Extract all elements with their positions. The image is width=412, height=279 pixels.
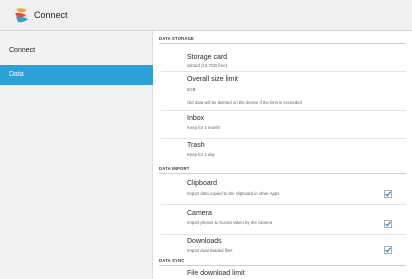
setting-subtitle: sdcard (13.7GB free): [187, 63, 228, 68]
sidebar: Connect Data: [0, 31, 153, 279]
setting-subtitle: 5GB: [187, 87, 196, 92]
setting-title: Clipboard: [187, 180, 217, 187]
setting-inbox[interactable]: Inbox Keep for 1 month: [153, 111, 412, 138]
sidebar-item-data[interactable]: Data: [0, 65, 153, 85]
checkmark-icon: [384, 246, 392, 254]
connect-logo-icon: [13, 7, 30, 24]
setting-camera[interactable]: Camera Import photos & movies taken by t…: [153, 205, 412, 234]
setting-note: Old data will be deleted on the device i…: [187, 100, 302, 105]
section-header-data-import: DATA IMPORT: [159, 164, 406, 174]
section-header-data-sync: DATA SYNC: [159, 256, 406, 266]
setting-title: Inbox: [187, 115, 205, 122]
setting-storage-card[interactable]: Storage card sdcard (13.7GB free): [153, 45, 412, 71]
setting-title: Overall size limit: [187, 76, 238, 83]
setting-overall-size-limit[interactable]: Overall size limit 5GB Old data will be …: [153, 72, 412, 110]
clipboard-checkbox[interactable]: [384, 185, 392, 198]
setting-title: Camera: [187, 210, 212, 217]
setting-subtitle: Import data copied to the clipboard in o…: [187, 191, 280, 196]
checkmark-icon: [384, 220, 392, 228]
setting-title: Storage card: [187, 54, 228, 61]
settings-panel: DATA STORAGE Storage card sdcard (13.7GB…: [153, 31, 412, 279]
setting-subtitle: Keep for 1 month: [187, 125, 220, 130]
setting-title: Trash: [187, 142, 205, 149]
title-bar: Connect: [0, 0, 412, 31]
section-header-data-storage: DATA STORAGE: [159, 34, 406, 44]
setting-clipboard[interactable]: Clipboard Import data copied to the clip…: [153, 175, 412, 204]
sidebar-item-connect[interactable]: Connect: [0, 41, 153, 61]
checkmark-icon: [384, 190, 392, 198]
setting-trash[interactable]: Trash Keep for 1 day: [153, 139, 412, 164]
setting-subtitle: Import downloaded files: [187, 248, 233, 253]
setting-subtitle: Keep for 1 day: [187, 152, 215, 157]
app-title: Connect: [34, 10, 68, 20]
setting-title: File download limit: [187, 270, 245, 277]
setting-file-download-limit[interactable]: File download limit: [153, 267, 412, 279]
setting-subtitle: Import photos & movies taken by the came…: [187, 220, 273, 225]
downloads-checkbox[interactable]: [384, 241, 392, 254]
setting-title: Downloads: [187, 238, 222, 245]
camera-checkbox[interactable]: [384, 215, 392, 228]
